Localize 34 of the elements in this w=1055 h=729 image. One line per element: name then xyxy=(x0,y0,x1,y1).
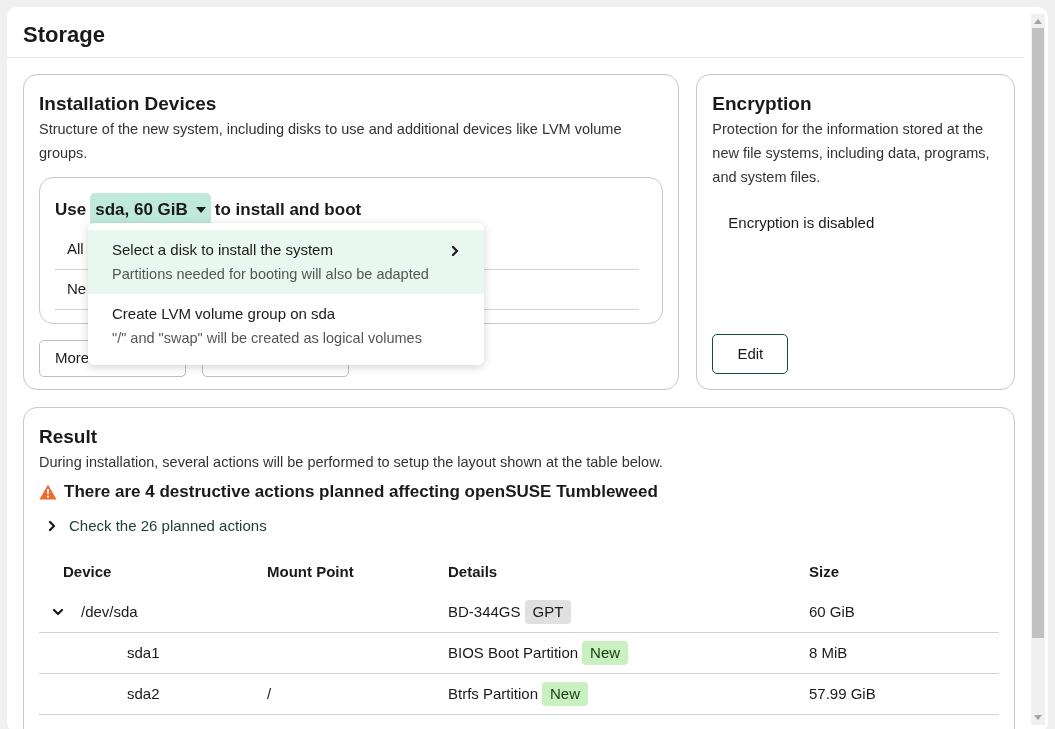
table-cell-text: sda1 xyxy=(127,642,160,663)
card-title: Encryption xyxy=(712,92,813,116)
menu-item-description: "/" and "swap" will be created as logical volumes xyxy=(112,329,423,348)
column-header: Mount Point xyxy=(267,562,354,580)
column-header: Device xyxy=(63,562,112,580)
table-cell: 60 GiB xyxy=(809,602,855,620)
table-cell-text: Ne xyxy=(67,279,87,300)
table-cell-text: /dev/sda xyxy=(81,601,138,622)
menu-item-title: Create LVM volume group on sda xyxy=(112,304,337,324)
table-cell-text: All xyxy=(67,239,84,260)
use-label: Use xyxy=(55,198,87,221)
table-cell-text: sda2 xyxy=(127,683,160,704)
table-cell-text: BIOS Boot Partition xyxy=(448,642,579,663)
menu-item-description: Partitions needed for booting will also be adapted xyxy=(112,265,430,284)
card-description: Protection for the information stored at the new file systems, including data, programs, and system files. xyxy=(712,120,991,187)
card-description: Structure of the new system, including disks to use and additional devices like LVM volume groups. xyxy=(39,120,623,163)
use-suffix: to install and boot xyxy=(214,198,362,221)
table-cell-text: Btrfs Partition xyxy=(448,683,539,704)
table-cell: 57.99 GiB xyxy=(809,684,876,702)
card-title: Installation Devices xyxy=(39,92,218,116)
badge: New xyxy=(542,681,589,707)
badge: New xyxy=(582,640,629,666)
page-title: Storage xyxy=(23,21,106,49)
table-cell-text: BD-344GS xyxy=(448,601,521,622)
column-header: Details xyxy=(448,562,498,580)
card-title: Result xyxy=(39,425,99,449)
badge: GPT xyxy=(524,599,572,625)
table-cell: / xyxy=(267,684,272,702)
warning-text: There are 4 destructive actions planned affecting openSUSE Tumbleweed xyxy=(64,481,658,503)
encryption-status: Encryption is disabled xyxy=(728,213,876,233)
menu-item-title: Select a disk to install the system xyxy=(112,240,334,260)
card-description: During installation, several actions will be performed to setup the layout shown at the table below. xyxy=(39,453,664,472)
column-header: Size xyxy=(809,562,839,580)
table-cell: 8 MiB xyxy=(809,643,848,661)
